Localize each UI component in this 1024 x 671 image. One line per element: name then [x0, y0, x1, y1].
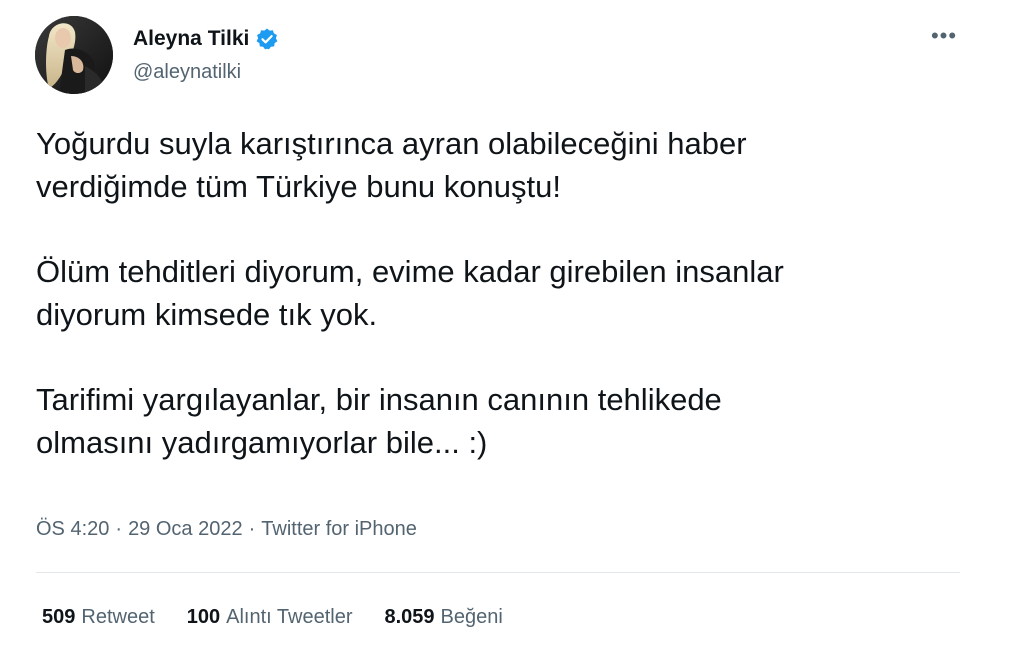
stat-label: Beğeni: [440, 606, 503, 628]
stat-count: 8.059: [384, 606, 435, 628]
tweet-paragraph: Yoğurdu suyla karıştırınca ayran olabile…: [36, 126, 747, 204]
stat-retweets[interactable]: 509 Retweet: [42, 604, 155, 630]
author-name-row: Aleyna Tilki: [133, 26, 279, 52]
divider: [36, 572, 960, 573]
stat-quote-tweets[interactable]: 100 Alıntı Tweetler: [187, 604, 353, 630]
tweet-paragraph: Tarifimi yargılayanlar, bir insanın canı…: [36, 382, 722, 460]
author-name[interactable]: Aleyna Tilki: [133, 26, 249, 52]
stat-likes[interactable]: 8.059 Beğeni: [384, 604, 502, 630]
tweet-meta: ÖS 4:20 · 29 Oca 2022 · Twitter for iPho…: [36, 516, 417, 542]
tweet-source[interactable]: Twitter for iPhone: [261, 516, 417, 542]
profile-photo-icon: [35, 16, 113, 94]
avatar[interactable]: [35, 16, 113, 94]
tweet-time[interactable]: ÖS 4:20: [36, 516, 109, 542]
more-options-button[interactable]: •••: [926, 22, 962, 58]
stat-label: Alıntı Tweetler: [226, 606, 353, 628]
meta-separator: ·: [248, 518, 256, 540]
author-handle[interactable]: @aleynatilki: [133, 60, 241, 84]
stat-count: 100: [186, 606, 221, 628]
verified-badge-icon: [255, 27, 279, 51]
more-horizontal-icon: •••: [930, 23, 958, 48]
stat-count: 509: [42, 606, 76, 628]
stat-label: Retweet: [81, 606, 155, 628]
tweet-card: Aleyna Tilki @aleynatilki ••• Yoğurdu su…: [0, 0, 1024, 671]
tweet-date[interactable]: 29 Oca 2022: [128, 516, 243, 542]
meta-separator: ·: [115, 518, 123, 540]
tweet-paragraph: Ölüm tehditleri diyorum, evime kadar gir…: [36, 254, 784, 332]
tweet-stats: 509 Retweet 100 Alıntı Tweetler 8.059 Be…: [42, 604, 535, 630]
tweet-text: Yoğurdu suyla karıştırınca ayran olabile…: [36, 122, 986, 464]
